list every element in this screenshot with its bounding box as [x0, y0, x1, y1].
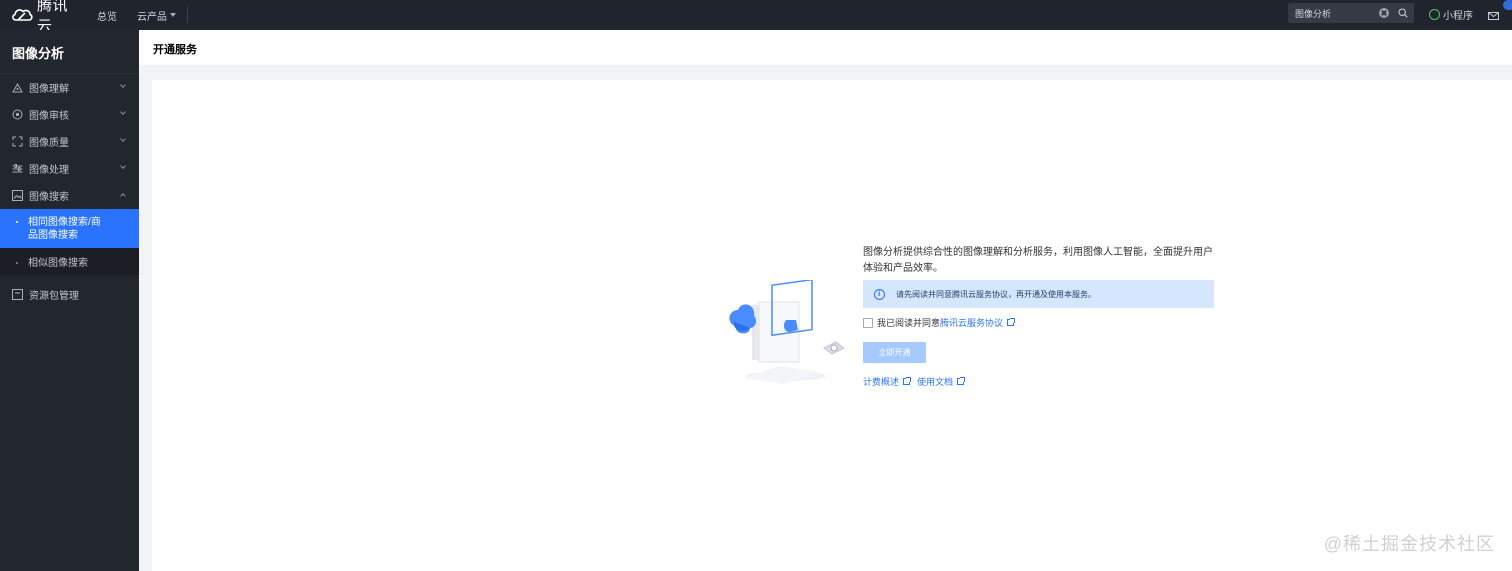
billing-overview-label: 计费概述 [863, 377, 900, 387]
image-icon [12, 190, 23, 201]
external-link-icon [957, 377, 966, 385]
search-icon[interactable] [1398, 8, 1408, 18]
sidebar-item-label: 图像搜索 [29, 192, 69, 203]
documentation-link[interactable]: 使用文档 [917, 375, 966, 388]
chevron-down-icon [120, 136, 126, 142]
sidebar-subitem-label: 相同图像搜索/商品图像搜索 [28, 216, 101, 241]
focus-frame-icon [12, 136, 23, 147]
external-link-icon [1007, 318, 1016, 326]
search-input[interactable]: 图像分析 [1295, 7, 1379, 20]
page-header: 开通服务 [139, 30, 1512, 65]
sidebar-subitem-label: 相似图像搜索 [28, 258, 88, 269]
help-links: 计费概述 使用文档 [863, 375, 971, 388]
service-intro: 图像分析提供综合性的图像理解和分析服务，利用图像人工智能，全面提升用户体验和产品… [863, 247, 1213, 274]
sidebar-subitem-similar-image-search[interactable]: 相似图像搜索 [0, 248, 139, 275]
cloud-image-illustration [724, 278, 849, 385]
agreement-row: 我已阅读并同意 腾讯云服务协议 [863, 316, 1016, 329]
sidebar-item-package-management[interactable]: 资源包管理 [0, 281, 139, 308]
nav-divider [187, 7, 188, 23]
bullet-dot [16, 221, 18, 223]
sidebar-item-label: 图像理解 [29, 84, 69, 95]
mail-icon[interactable] [1488, 9, 1499, 23]
notification-badge [1503, 0, 1512, 10]
mini-program-label: 小程序 [1443, 11, 1473, 22]
bullet-dot [16, 261, 18, 264]
global-search[interactable]: 图像分析 [1288, 3, 1414, 23]
chevron-up-icon [120, 193, 126, 199]
mini-program-link[interactable]: 小程序 [1429, 7, 1473, 22]
info-notice: 请先阅读并同意腾讯云服务协议，再开通及使用本服务。 [863, 280, 1214, 308]
documentation-label: 使用文档 [917, 377, 954, 387]
sidebar-item-image-understanding[interactable]: 图像理解 [0, 74, 139, 101]
service-card: 图像分析提供综合性的图像理解和分析服务，利用图像人工智能，全面提升用户体验和产品… [152, 80, 1512, 571]
activate-button[interactable]: 立即开通 [863, 342, 926, 363]
sidebar-subitem-same-image-search[interactable]: 相同图像搜索/商品图像搜索 [0, 209, 139, 248]
external-link-icon [903, 377, 912, 385]
triangle-nodes-icon [12, 82, 23, 93]
sidebar-item-label: 图像审核 [29, 111, 69, 122]
nav-products-label: 云产品 [137, 11, 167, 23]
nav-products[interactable]: 云产品 [137, 8, 176, 23]
sidebar-submenu: 相同图像搜索/商品图像搜索 相似图像搜索 [0, 209, 139, 275]
chevron-down-icon [120, 109, 126, 115]
service-agreement-link[interactable]: 腾讯云服务协议 [940, 316, 1003, 329]
sidebar-item-image-quality[interactable]: 图像质量 [0, 128, 139, 155]
sidebar-title: 图像分析 [12, 46, 65, 61]
chevron-down-icon [120, 82, 126, 88]
sidebar: 图像分析 图像理解 图像审核 图像质量 图像处理 图像搜索 相同图像搜索/商品图… [0, 30, 139, 571]
sidebar-item-label: 资源包管理 [29, 291, 79, 302]
agree-prefix: 我已阅读并同意 [877, 318, 941, 328]
cloud-logo-icon [11, 7, 33, 24]
package-icon [12, 289, 23, 300]
watermark: @稀土掘金技术社区 [1323, 534, 1495, 554]
nav-overview[interactable]: 总览 [97, 8, 117, 23]
billing-overview-link[interactable]: 计费概述 [863, 375, 912, 388]
sidebar-item-label: 图像处理 [29, 165, 69, 176]
clear-icon[interactable] [1379, 8, 1389, 18]
chevron-down-icon [120, 163, 126, 169]
sliders-icon [12, 163, 23, 174]
sidebar-item-image-processing[interactable]: 图像处理 [0, 155, 139, 182]
notice-text: 请先阅读并同意腾讯云服务协议，再开通及使用本服务。 [896, 289, 1096, 299]
sidebar-item-image-moderation[interactable]: 图像审核 [0, 101, 139, 128]
target-icon [12, 109, 23, 120]
agree-checkbox[interactable] [863, 317, 873, 328]
top-bar: 腾讯云 总览 云产品 图像分析 小程序 [0, 0, 1512, 35]
sidebar-item-image-search[interactable]: 图像搜索 [0, 182, 139, 209]
sidebar-item-label: 图像质量 [29, 138, 69, 149]
mini-program-icon [1429, 9, 1440, 20]
page-title: 开通服务 [153, 44, 197, 56]
caret-down-icon [170, 13, 176, 17]
info-icon [874, 288, 885, 300]
